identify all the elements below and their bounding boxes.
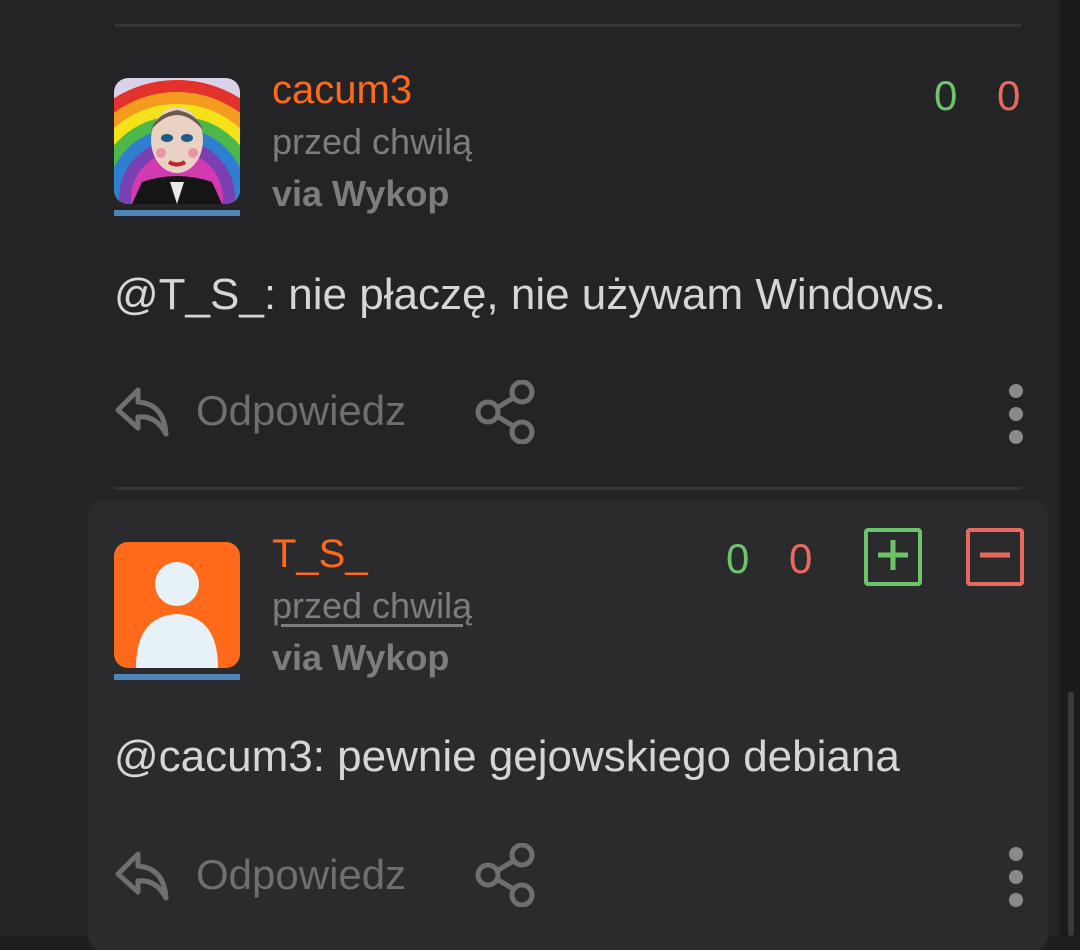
- timestamp[interactable]: przed chwilą: [272, 122, 472, 162]
- more-options-button[interactable]: [1006, 847, 1026, 916]
- reply-label: Odpowiedz: [196, 387, 407, 434]
- reply-button[interactable]: Odpowiedz: [112, 846, 406, 904]
- upvote-count: 0: [934, 72, 958, 119]
- more-options-button[interactable]: [1006, 384, 1026, 453]
- comment-feed: cacum3 przed chwilą via Wykop 0 0 @T_S_:…: [0, 0, 1060, 950]
- plus-icon: [876, 538, 910, 577]
- avatar[interactable]: [114, 542, 240, 668]
- reply-button[interactable]: Odpowiedz: [112, 382, 406, 440]
- comment-text: @T_S_: nie płaczę, nie używam Windows.: [114, 270, 947, 319]
- share-button[interactable]: [472, 843, 538, 907]
- upvote-count: 0: [726, 535, 750, 582]
- more-vertical-icon: [1006, 384, 1026, 444]
- divider: [114, 487, 1022, 490]
- downvote-count: 0: [789, 535, 813, 582]
- via-source: via Wykop: [272, 173, 450, 214]
- share-button[interactable]: [472, 380, 538, 444]
- downvote-button[interactable]: [966, 528, 1024, 586]
- reply-label: Odpowiedz: [196, 851, 407, 898]
- avatar[interactable]: [114, 78, 240, 204]
- more-vertical-icon: [1006, 847, 1026, 907]
- timestamp-link[interactable]: przed chwilą: [272, 586, 472, 626]
- divider: [114, 24, 1022, 27]
- reply-icon: [112, 846, 172, 904]
- share-icon: [472, 843, 538, 907]
- username[interactable]: T_S_: [272, 532, 368, 576]
- scrollbar[interactable]: [1068, 692, 1074, 936]
- comment-text: @cacum3: pewnie gejowskiego debiana: [114, 732, 900, 781]
- username[interactable]: cacum3: [272, 68, 412, 112]
- upvote-button[interactable]: [864, 528, 922, 586]
- avatar-underline: [114, 674, 240, 680]
- via-source: via Wykop: [272, 637, 450, 678]
- minus-icon: [978, 538, 1012, 577]
- downvote-count: 0: [997, 72, 1021, 119]
- share-icon: [472, 380, 538, 444]
- reply-icon: [112, 382, 172, 440]
- avatar-underline: [114, 210, 240, 216]
